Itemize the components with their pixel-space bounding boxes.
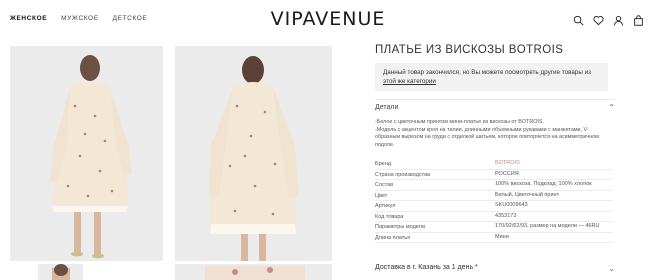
spec-value: Мини	[495, 233, 509, 240]
category-link[interactable]: этой же категории	[383, 78, 436, 85]
header-actions	[573, 15, 644, 26]
spec-row: Параметры модели 170/92/62/93, размер на …	[375, 222, 613, 233]
spec-key: Параметры модели	[375, 224, 425, 231]
spec-row: Страна производства РОССИЯ	[375, 170, 613, 181]
details-accordion-header[interactable]: Детали ⌃	[375, 99, 615, 112]
spec-key: Бренд	[375, 161, 391, 168]
description-line: -Модель с акцентом кроя на талии, длинны…	[375, 126, 599, 148]
spec-value: 100% вискоза. Подклад: 100% хлопок	[495, 181, 592, 188]
spec-value: Белый, Цветочный принт	[495, 191, 560, 198]
spec-row: Цвет Белый, Цветочный принт	[375, 191, 613, 202]
user-icon[interactable]	[613, 15, 624, 26]
product-photo-thumb-2[interactable]	[175, 264, 332, 280]
spec-value: SKU0009643	[495, 202, 528, 209]
product-title: ПЛАТЬЕ ИЗ ВИСКОЗЫ BOTROIS	[375, 44, 564, 56]
brand-link[interactable]: BOTROIS	[495, 160, 613, 168]
product-info: ПЛАТЬЕ ИЗ ВИСКОЗЫ BOTROIS Данный товар з…	[375, 44, 615, 244]
search-icon[interactable]	[573, 15, 584, 26]
spec-key: Страна производства	[375, 171, 431, 178]
specs-table: Бренд BOTROIS Страна производства РОССИЯ С…	[375, 159, 613, 244]
heart-icon[interactable]	[593, 15, 604, 26]
spec-key: Артикул	[375, 203, 396, 210]
spec-row: Бренд BOTROIS	[375, 159, 613, 170]
details-label: Детали	[375, 103, 399, 111]
description-line: -Белое с цветочным принтом мини-платье и…	[375, 119, 544, 125]
spec-row: Длина платья Мини	[375, 233, 613, 244]
spec-key: Длина платья	[375, 234, 411, 241]
chevron-down-icon: ⌄	[608, 264, 615, 273]
product-photo-front[interactable]	[10, 46, 163, 261]
delivery-label: Доставка в г. Казань за 1 день *	[375, 264, 478, 271]
product-photo-thumb-1[interactable]	[38, 264, 83, 280]
spec-key: Код товара	[375, 213, 404, 220]
spec-value: 170/92/62/93, размер на модели — 46RU	[495, 223, 600, 230]
spec-key: Состав	[375, 182, 394, 189]
spec-row: Код товара 4353173	[375, 212, 613, 223]
spec-row: Состав 100% вискоза. Подклад: 100% хлопок	[375, 180, 613, 191]
product-description: -Белое с цветочным принтом мини-платье и…	[375, 119, 607, 149]
chevron-up-icon: ⌃	[608, 102, 615, 112]
product-photo-back[interactable]	[175, 46, 332, 261]
spec-value: 4353173	[495, 212, 517, 219]
notice-text: Данный товар закончился, но Вы можете по…	[383, 69, 592, 76]
bag-icon[interactable]	[633, 15, 644, 26]
site-header: ЖЕНСКОЕ МУЖСКОЕ ДЕТСКОЕ VIPAVENUE	[0, 0, 656, 40]
out-of-stock-notice: Данный товар закончился, но Вы можете по…	[375, 63, 608, 91]
spec-row: Артикул SKU0009643	[375, 201, 613, 212]
delivery-accordion-header[interactable]: Доставка в г. Казань за 1 день * ⌄	[375, 264, 615, 273]
spec-value: РОССИЯ	[495, 170, 519, 177]
site-logo[interactable]: VIPAVENUE	[0, 8, 656, 30]
spec-key: Цвет	[375, 192, 388, 199]
